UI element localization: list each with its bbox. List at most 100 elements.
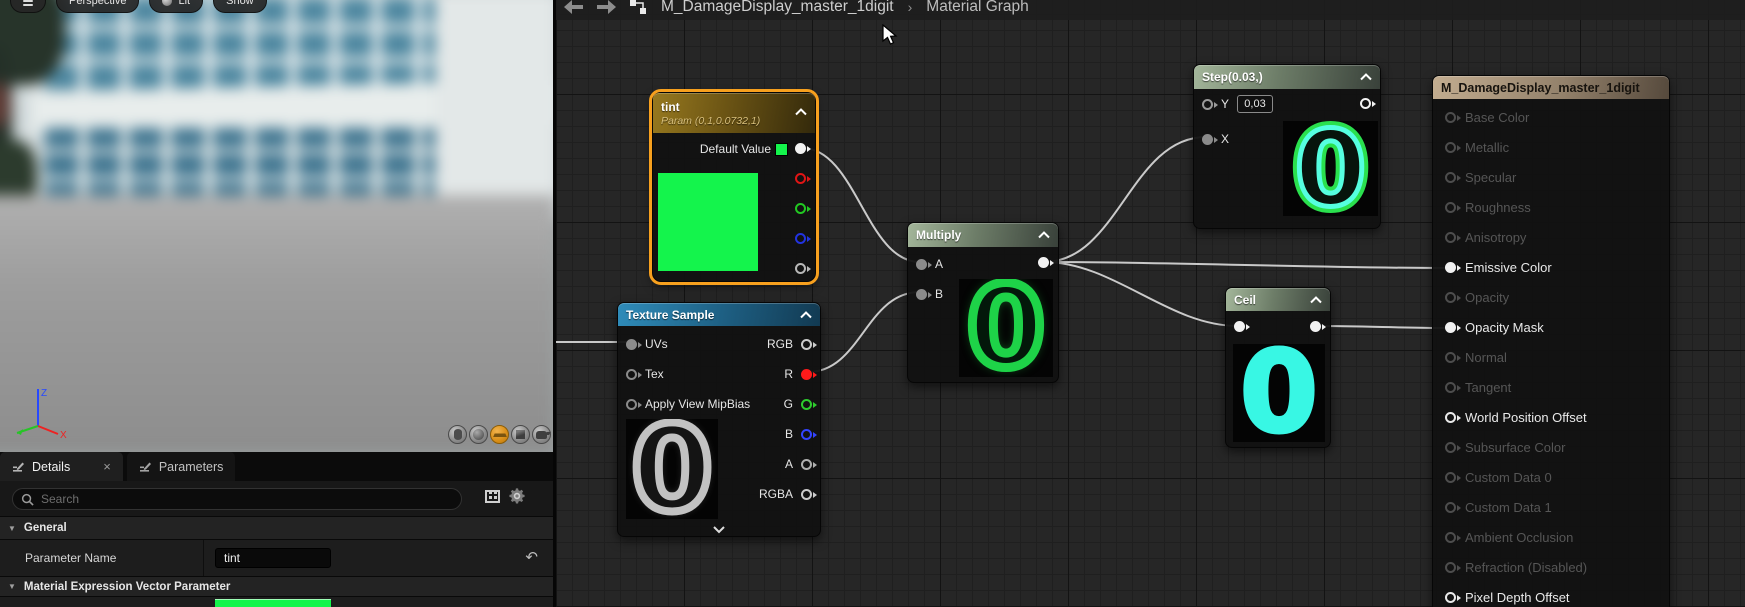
display-filter-icon[interactable] <box>485 490 500 503</box>
output-g[interactable]: G <box>784 397 817 411</box>
tint-output-pin-a[interactable] <box>795 263 811 274</box>
shape-sphere-button[interactable] <box>469 425 488 444</box>
collapse-chevron-icon[interactable] <box>795 108 807 116</box>
ceil-output-pin[interactable] <box>1310 321 1326 332</box>
collapse-chevron-icon[interactable] <box>1360 73 1372 81</box>
input-pin-uvs[interactable] <box>626 338 642 350</box>
search-box[interactable] <box>12 488 462 510</box>
expand-chevron-down-icon[interactable] <box>712 525 726 534</box>
result-pin-opacity[interactable]: Opacity <box>1445 290 1509 305</box>
viewport-menu-button[interactable] <box>10 0 46 13</box>
input-x[interactable]: X <box>1202 132 1229 146</box>
section-vector-parameter[interactable]: ▼ Material Expression Vector Parameter <box>0 576 556 597</box>
back-arrow-icon[interactable] <box>564 0 583 14</box>
default-value-color-swatch[interactable] <box>215 599 331 607</box>
input-uvs[interactable]: UVs <box>626 337 668 351</box>
preview-viewport[interactable]: Perspective Lit Show Z X <box>0 0 556 452</box>
node-texture-sample-header[interactable]: Texture Sample <box>618 303 820 326</box>
collapse-chevron-icon[interactable] <box>1038 231 1050 239</box>
section-general[interactable]: ▼ General <box>0 516 556 540</box>
search-input[interactable] <box>41 492 453 506</box>
node-multiply[interactable]: Multiply A B 0 <box>907 222 1059 383</box>
node-step[interactable]: Step(0.03,) Y 0,03 X 0 0 <box>1193 64 1381 229</box>
result-pin-custom-data-0[interactable]: Custom Data 0 <box>1445 470 1552 485</box>
node-ceil-header[interactable]: Ceil <box>1226 288 1330 311</box>
shape-plane-button[interactable] <box>490 425 509 444</box>
node-tint[interactable]: tint Param (0,1,0.0732,1) Default Value <box>649 89 819 285</box>
input-pin-y[interactable] <box>1202 98 1218 110</box>
tint-output-pin-rgb[interactable] <box>795 143 811 154</box>
input-pin-a[interactable] <box>916 258 932 270</box>
forward-arrow-icon[interactable] <box>597 0 616 14</box>
result-pin-specular[interactable]: Specular <box>1445 170 1516 185</box>
output-pin-rgb[interactable] <box>801 338 817 350</box>
perspective-button[interactable]: Perspective <box>56 0 140 13</box>
close-icon[interactable]: × <box>103 459 111 474</box>
input-pin-b[interactable] <box>916 288 932 300</box>
output-rgba[interactable]: RGBA <box>759 487 817 501</box>
output-pin-rgba[interactable] <box>801 488 817 500</box>
result-pin-refraction[interactable]: Refraction (Disabled) <box>1445 560 1587 575</box>
shape-cylinder-button[interactable] <box>448 425 467 444</box>
reset-to-default-icon[interactable]: ↶ <box>525 548 538 566</box>
result-pin-base-color[interactable]: Base Color <box>1445 110 1529 125</box>
tint-color-swatch[interactable] <box>775 143 788 156</box>
collapse-chevron-icon[interactable] <box>800 310 812 319</box>
node-texture-sample[interactable]: Texture Sample UVs Tex Apply View MipBia… <box>617 302 821 537</box>
node-material-result[interactable]: M_DamageDisplay_master_1digit Base Color… <box>1432 75 1670 607</box>
result-pin-metallic[interactable]: Metallic <box>1445 140 1509 155</box>
tab-parameters[interactable]: Parameters <box>126 452 236 481</box>
output-pin-b[interactable] <box>801 428 817 440</box>
output-a[interactable]: A <box>785 457 817 471</box>
input-pin-tex[interactable] <box>626 368 642 380</box>
output-pin-g[interactable] <box>801 398 817 410</box>
node-multiply-header[interactable]: Multiply <box>908 223 1058 247</box>
input-pin-mipbias[interactable] <box>626 398 642 410</box>
output-pin-r[interactable] <box>801 368 817 380</box>
node-ceil[interactable]: Ceil 0 <box>1225 287 1331 448</box>
input-apply-view-mipbias[interactable]: Apply View MipBias <box>626 397 750 411</box>
node-result-header[interactable]: M_DamageDisplay_master_1digit <box>1433 76 1669 99</box>
output-rgb[interactable]: RGB <box>767 337 817 351</box>
tint-output-pin-r[interactable] <box>795 173 811 184</box>
result-pin-normal[interactable]: Normal <box>1445 350 1507 365</box>
input-a[interactable]: A <box>916 257 943 271</box>
output-pin-a[interactable] <box>801 458 817 470</box>
node-tint-header[interactable]: tint Param (0,1,0.0732,1) <box>653 93 815 133</box>
result-pin-roughness[interactable]: Roughness <box>1445 200 1531 215</box>
lit-mode-button[interactable]: Lit <box>149 0 204 13</box>
tint-output-pin-g[interactable] <box>795 203 811 214</box>
ceil-input-pin[interactable] <box>1234 321 1250 332</box>
result-pin-emissive-color[interactable]: Emissive Color <box>1445 260 1552 275</box>
result-pin-pixel-depth-offset[interactable]: Pixel Depth Offset <box>1445 590 1570 605</box>
output-r[interactable]: R <box>784 367 817 381</box>
result-pin-world-position-offset[interactable]: World Position Offset <box>1445 410 1587 425</box>
input-b[interactable]: B <box>916 287 943 301</box>
step-output-pin[interactable] <box>1360 98 1376 109</box>
breadcrumb-page[interactable]: Material Graph <box>926 0 1029 16</box>
step-y-value-input[interactable]: 0,03 <box>1237 95 1274 113</box>
node-step-header[interactable]: Step(0.03,) <box>1194 65 1380 89</box>
material-graph-canvas[interactable]: M_DamageDisplay_master_1digit › Material… <box>556 0 1745 607</box>
shape-teapot-button[interactable] <box>532 425 551 444</box>
gear-icon[interactable] <box>508 487 526 510</box>
result-pin-opacity-mask[interactable]: Opacity Mask <box>1445 320 1544 335</box>
collapse-chevron-icon[interactable] <box>1310 295 1322 304</box>
tint-output-pin-b[interactable] <box>795 233 811 244</box>
input-y[interactable]: Y 0,03 <box>1202 95 1274 113</box>
result-pin-custom-data-1[interactable]: Custom Data 1 <box>1445 500 1552 515</box>
show-button[interactable]: Show <box>213 0 267 13</box>
result-pin-anisotropy[interactable]: Anisotropy <box>1445 230 1526 245</box>
multiply-output-pin[interactable] <box>1038 257 1054 268</box>
result-pin-tangent[interactable]: Tangent <box>1445 380 1511 395</box>
input-pin-x[interactable] <box>1202 133 1218 145</box>
shape-cube-button[interactable] <box>511 425 530 444</box>
parameter-name-input[interactable]: tint <box>215 548 331 568</box>
panel-divider[interactable] <box>553 0 556 607</box>
input-tex[interactable]: Tex <box>626 367 664 381</box>
breadcrumb-asset-name[interactable]: M_DamageDisplay_master_1digit <box>661 0 894 16</box>
result-pin-subsurface-color[interactable]: Subsurface Color <box>1445 440 1565 455</box>
output-b[interactable]: B <box>785 427 817 441</box>
result-pin-ambient-occlusion[interactable]: Ambient Occlusion <box>1445 530 1573 545</box>
tab-details[interactable]: Details × <box>0 452 123 481</box>
